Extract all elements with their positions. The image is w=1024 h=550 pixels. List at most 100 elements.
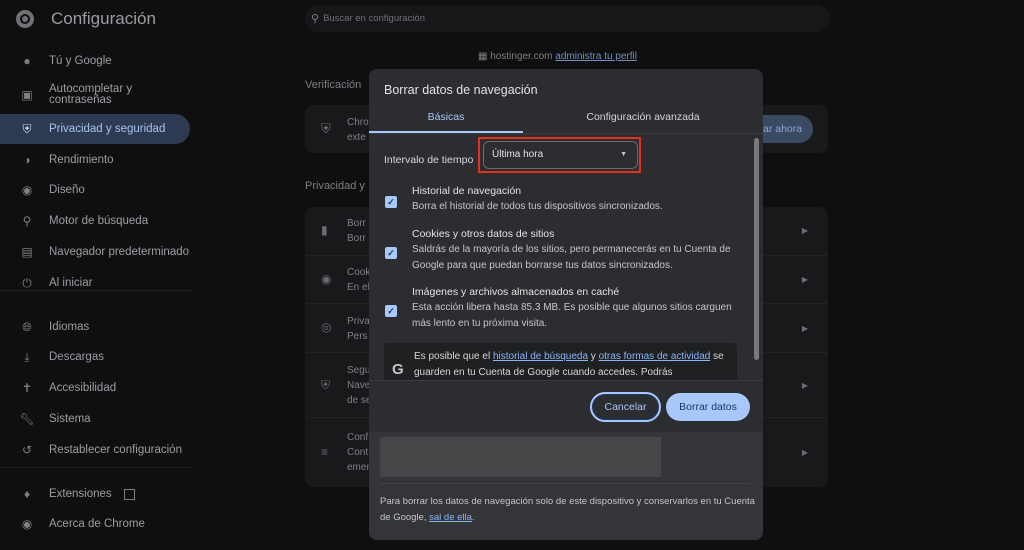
sidebar-item-accesibilidad[interactable]: ✝ Accesibilidad xyxy=(0,373,190,403)
option-cache: Imágenes y archivos almacenados en caché… xyxy=(412,284,742,332)
speedometer-icon: ◑ xyxy=(23,153,31,167)
sidebar-item-label: Tú y Google xyxy=(49,55,112,67)
sidebar-divider xyxy=(0,290,192,291)
sign-out-link[interactable]: sal de ella xyxy=(429,512,472,523)
check-line1: Chro xyxy=(347,117,369,128)
sidebar-item-rendimiento[interactable]: ◑ Rendimiento xyxy=(0,145,190,175)
sidebar-item-label: Restablecer configuración xyxy=(49,444,182,456)
row-line1: Priva xyxy=(347,316,370,327)
row-line1: Borr xyxy=(347,218,366,229)
sidebar-item-idiomas[interactable]: 🌐︎ Idiomas xyxy=(0,312,190,342)
sidebar-item-label: Privacidad y seguridad xyxy=(49,123,166,135)
option-title: Cookies y otros datos de sitios xyxy=(412,228,555,240)
managed-domain: hostinger.com xyxy=(490,51,553,62)
sidebar-item-motor[interactable]: ⚲ Motor de búsqueda xyxy=(0,206,190,236)
sidebar-item-label: Diseño xyxy=(49,184,85,196)
sidebar-item-label: Al iniciar xyxy=(49,277,93,289)
globe-icon: 🌐︎ xyxy=(22,319,32,334)
chevron-right-icon: ▶ xyxy=(801,381,808,390)
row-line1: Cook xyxy=(347,267,371,278)
row-line3: de se xyxy=(347,395,372,406)
row-line2: Nave xyxy=(347,380,371,391)
sidebar-item-label: Accesibilidad xyxy=(49,382,117,394)
power-icon: ⏻ xyxy=(22,275,32,290)
account-placeholder xyxy=(380,437,661,477)
search-input[interactable]: ⚲ Buscar en configuración xyxy=(305,5,830,32)
section-title-privacy: Privacidad y xyxy=(305,180,365,192)
sidebar-item-diseno[interactable]: ◉ Diseño xyxy=(0,175,190,205)
chevron-right-icon: ▶ xyxy=(801,226,808,235)
sidebar-item-extensiones[interactable]: ♦ Extensiones xyxy=(0,479,190,509)
google-activity-info: G Es posible que el historial de búsqued… xyxy=(384,343,737,380)
checkbox-cookies[interactable]: ✓ xyxy=(385,247,397,259)
row-line2: Cont xyxy=(347,447,369,458)
sliders-icon: ≡ xyxy=(321,445,329,459)
sidebar-item-label: Extensiones xyxy=(49,488,112,500)
sidebar-item-privacidad[interactable]: ⛨ Privacidad y seguridad xyxy=(0,114,190,144)
dialog-title: Borrar datos de navegación xyxy=(384,83,538,97)
chrome-logo-icon xyxy=(16,10,34,28)
shield-icon: ⛨ xyxy=(22,121,32,136)
palette-icon: ◉ xyxy=(21,183,33,197)
sidebar-item-restablecer[interactable]: ↺ Restablecer configuración xyxy=(0,435,190,465)
clear-data-button[interactable]: Borrar datos xyxy=(666,393,750,421)
clear-browsing-data-dialog: Borrar datos de navegación Básicas Confi… xyxy=(369,69,763,540)
sidebar-item-autocompletar[interactable]: ▣ Autocompletar y contraseñas xyxy=(0,80,190,110)
search-history-link[interactable]: historial de búsqueda xyxy=(493,351,588,362)
sidebar-item-label: Autocompletar y contraseñas xyxy=(49,83,133,106)
sidebar-divider xyxy=(0,467,192,468)
row-line1: Conf xyxy=(347,432,369,443)
row-line2: En el xyxy=(347,282,370,293)
row-line1: Segu xyxy=(347,365,371,376)
check-line2: exte xyxy=(347,132,366,143)
cookie-icon: ◉ xyxy=(321,272,332,286)
sidebar-item-label: Rendimiento xyxy=(49,154,114,166)
tab-avanzada[interactable]: Configuración avanzada xyxy=(523,105,763,133)
sidebar-item-navegador[interactable]: ▤ Navegador predeterminado xyxy=(0,237,190,267)
chrome-icon: ◉ xyxy=(21,517,33,531)
sidebar-item-acerca[interactable]: ◉ Acerca de Chrome xyxy=(0,509,190,539)
option-title: Historial de navegación xyxy=(412,185,522,197)
sidebar-item-label: Idiomas xyxy=(49,321,90,333)
checkbox-cache[interactable]: ✓ xyxy=(385,305,397,317)
manage-profile-link[interactable]: administra tu perfil xyxy=(555,51,637,62)
sidebar-item-label: Descargas xyxy=(49,351,104,363)
cancel-button[interactable]: Cancelar xyxy=(590,392,661,422)
wrench-icon: 🔧︎ xyxy=(19,412,35,426)
search-placeholder: Buscar en configuración xyxy=(323,13,425,24)
trash-icon: ▮ xyxy=(321,223,328,237)
row-line3: emer xyxy=(347,462,370,473)
footer-text: . xyxy=(471,512,475,523)
time-range-value: Última hora xyxy=(492,149,544,160)
shield-icon: ⛨ xyxy=(321,378,331,392)
search-icon: ⚲ xyxy=(311,13,320,25)
chevron-right-icon: ▶ xyxy=(801,324,808,333)
building-icon: ▦ xyxy=(478,51,488,62)
info-text: y xyxy=(588,351,599,362)
checkbox-history[interactable]: ✓ xyxy=(385,196,397,208)
accessibility-icon: ✝ xyxy=(21,381,33,395)
browser-icon: ▤ xyxy=(21,245,33,259)
tab-basicas[interactable]: Básicas xyxy=(369,105,523,133)
clipboard-icon: ▣ xyxy=(21,87,33,102)
option-history: Historial de navegación Borra el historia… xyxy=(412,183,742,215)
time-range-select[interactable]: Última hora ▼ xyxy=(483,141,638,169)
dropdown-arrow-icon: ▼ xyxy=(620,151,627,158)
sidebar-item-tu-y-google[interactable]: ● Tú y Google xyxy=(0,46,190,76)
scrollbar[interactable] xyxy=(754,138,759,360)
option-title: Imágenes y archivos almacenados en caché xyxy=(412,286,620,298)
person-icon: ● xyxy=(23,54,31,68)
option-desc: Saldrás de la mayoría de los sitios, per… xyxy=(412,244,731,271)
sidebar-item-al-iniciar[interactable]: ⏻ Al iniciar xyxy=(0,268,190,298)
other-activity-link[interactable]: otras formas de actividad xyxy=(599,351,711,362)
section-title-check: Verificación xyxy=(305,79,362,91)
dialog-scroll-area: Intervalo de tiempo Última hora ▼ ✓ Histo… xyxy=(369,134,763,381)
sidebar-item-sistema[interactable]: 🔧︎ Sistema xyxy=(0,404,190,434)
download-icon: ⤓ xyxy=(24,349,30,364)
dialog-footer: Para borrar los datos de navegación solo… xyxy=(369,432,763,540)
external-link-icon xyxy=(123,488,135,500)
ads-icon: ◎ xyxy=(321,320,332,334)
search-icon: ⚲ xyxy=(22,214,32,228)
sidebar-item-descargas[interactable]: ⤓ Descargas xyxy=(0,342,190,372)
footer-divider xyxy=(380,483,751,484)
